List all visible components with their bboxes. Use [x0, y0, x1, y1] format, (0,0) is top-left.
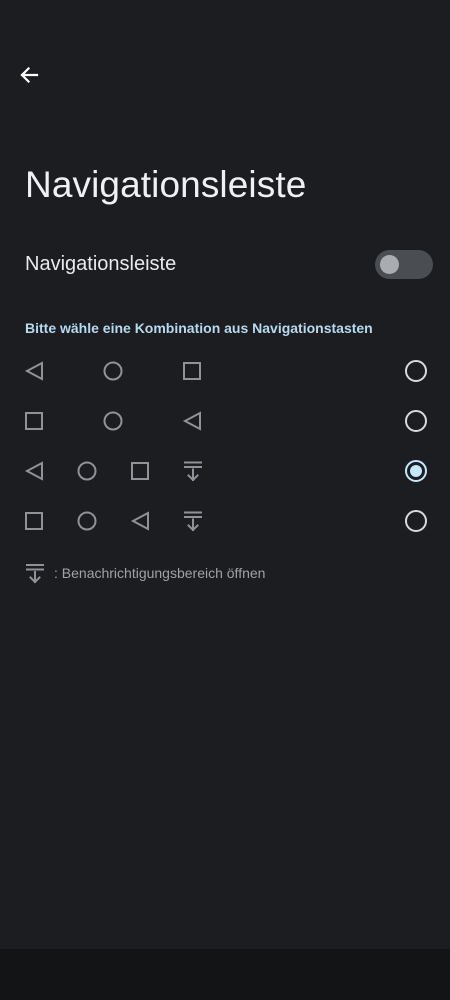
button-combination-option-3[interactable]: [0, 449, 450, 493]
button-combination-option-1[interactable]: [0, 349, 450, 393]
toggle-label: Navigationsleiste: [25, 252, 177, 275]
button-combination-option-4[interactable]: [0, 499, 450, 543]
recents-icon: [25, 512, 43, 530]
navigation-bar-toggle-row[interactable]: Navigationsleiste: [25, 246, 435, 282]
notification-pulldown-icon: [184, 511, 202, 532]
option-radio-2[interactable]: [405, 410, 427, 432]
option-radio-1[interactable]: [405, 360, 427, 382]
back-icon: [130, 511, 149, 531]
navigation-bar-settings-screen: Navigationsleiste Navigationsleiste Bitt…: [0, 0, 450, 1000]
home-icon: [77, 511, 97, 531]
home-icon: [77, 461, 97, 481]
navigation-bar-switch[interactable]: [375, 249, 433, 279]
recents-icon: [183, 362, 201, 380]
option-radio-4[interactable]: [405, 510, 427, 532]
option-radio-3[interactable]: [405, 460, 427, 482]
back-icon: [24, 361, 43, 381]
legend-text: : Benachrichtigungsbereich öffnen: [54, 565, 266, 581]
notification-pulldown-icon: [26, 564, 44, 584]
back-button[interactable]: [14, 61, 44, 89]
button-combination-option-2[interactable]: [0, 399, 450, 443]
back-icon: [24, 461, 43, 481]
home-icon: [103, 411, 123, 431]
page-title: Navigationsleiste: [25, 164, 307, 205]
recents-icon: [131, 462, 149, 480]
section-header: Bitte wähle eine Kombination aus Navigat…: [25, 320, 373, 336]
system-navigation-bar: [0, 949, 450, 1000]
switch-knob: [380, 254, 399, 274]
home-icon: [103, 361, 123, 381]
legend: : Benachrichtigungsbereich öffnen: [24, 560, 265, 586]
back-icon: [182, 411, 201, 431]
arrow-back-icon: [20, 66, 39, 84]
recents-icon: [25, 412, 43, 430]
notification-pulldown-icon: [184, 461, 202, 482]
